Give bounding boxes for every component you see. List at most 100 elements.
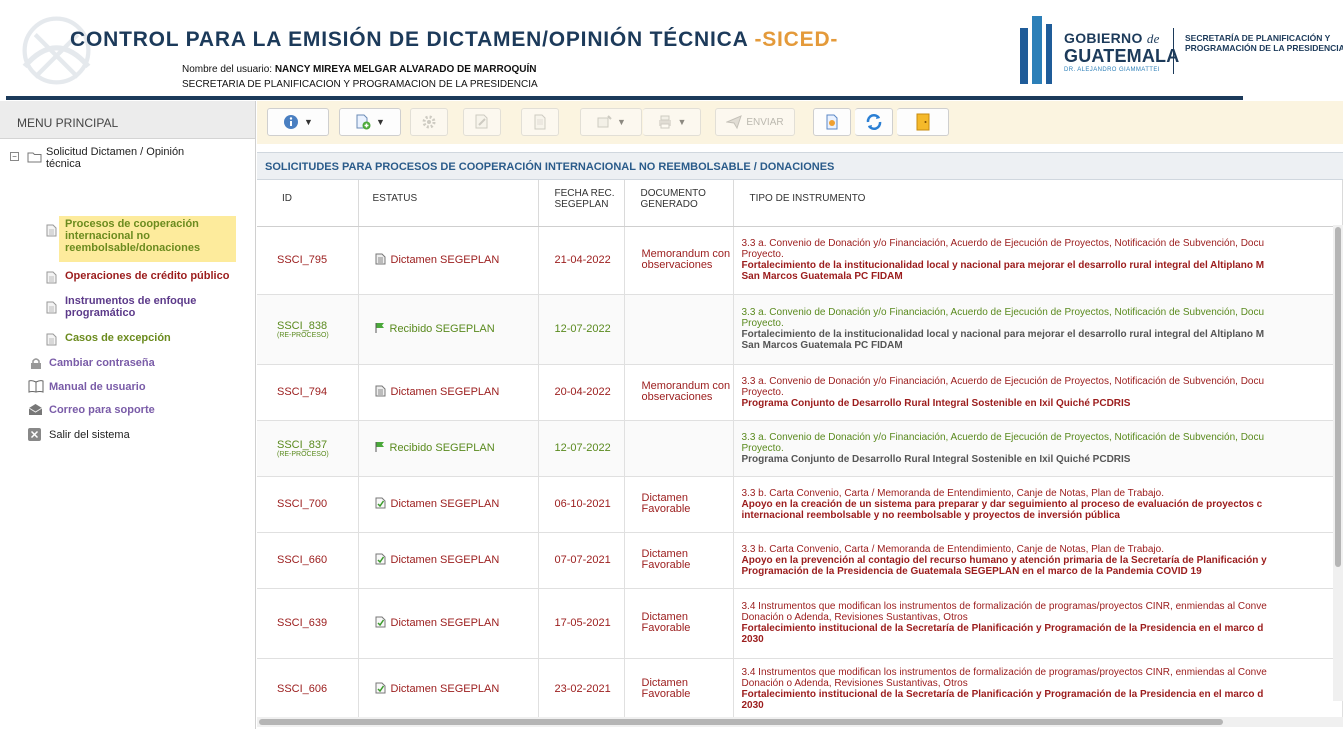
col-header-status[interactable]: ESTATUS — [358, 180, 539, 227]
cell-instrument-type: 3.4 Instrumentos que modifican los instr… — [733, 658, 1343, 721]
info-button[interactable]: ▼ — [267, 108, 329, 136]
send-button[interactable]: ENVIAR — [715, 108, 795, 136]
print-icon — [658, 115, 671, 129]
table-row[interactable]: SSCI_837 (RE-PROCESO) Recibido SEGEPLAN 12-… — [257, 420, 1343, 477]
cell-instrument-type: 3.3 a. Convenio de Donación y/o Financia… — [733, 294, 1343, 365]
collapse-icon[interactable]: − — [10, 152, 19, 161]
cell-status: Recibido SEGEPLAN — [358, 420, 539, 477]
view-button[interactable] — [521, 108, 559, 136]
request-id-link[interactable]: SSCI_606 — [277, 683, 327, 695]
menu-item-label: Casos de excepción — [65, 332, 171, 344]
refresh-icon — [866, 114, 881, 130]
reprocess-label: (RE-PROCESO) — [277, 450, 329, 458]
dropdown-caret-icon: ▼ — [617, 117, 626, 127]
status-label: Dictamen SEGEPLAN — [390, 683, 500, 695]
tree-root[interactable]: − Solicitud Dictamen / Opinión técnica — [10, 146, 250, 176]
cell-instrument-type: 3.3 b. Carta Convenio, Carta / Memoranda… — [733, 476, 1343, 533]
checked-document-icon — [375, 553, 386, 568]
cell-id[interactable]: SSCI_838 (RE-PROCESO) — [257, 294, 359, 365]
instrument-line: 3.4 Instrumentos que modifican los instr… — [741, 601, 1267, 612]
cell-id[interactable]: SSCI_795 — [257, 226, 359, 295]
instrument-line: Proyecto. — [741, 249, 784, 260]
edit-icon — [475, 114, 488, 129]
refresh-button[interactable] — [855, 108, 893, 136]
horizontal-scrollbar[interactable] — [257, 717, 1343, 727]
cell-document: Dictamen Favorable — [624, 588, 734, 659]
status-label: Dictamen SEGEPLAN — [390, 386, 500, 398]
user-manual-link[interactable]: Manual de usuario — [49, 381, 146, 393]
cell-id[interactable]: SSCI_639 — [257, 588, 359, 659]
cell-instrument-type: 3.3 a. Convenio de Donación y/o Financia… — [733, 420, 1343, 477]
main-panel: ▼ ▼ ▼ ▼ ENVIAR SOLICITUDES PARA PROCESOS… — [257, 101, 1343, 729]
scrollbar-thumb[interactable] — [1335, 227, 1341, 567]
checked-document-icon — [375, 497, 386, 512]
cell-document: Dictamen Favorable — [624, 476, 734, 533]
cell-id[interactable]: SSCI_794 — [257, 364, 359, 421]
project-name: Fortalecimiento institucional de la Secr… — [741, 623, 1264, 634]
request-id-link[interactable]: SSCI_639 — [277, 617, 327, 629]
cell-date: 06-10-2021 — [538, 476, 625, 533]
table-row[interactable]: SSCI_700 Dictamen SEGEPLAN 06-10-2021 Dicta… — [257, 476, 1343, 533]
settings-button[interactable] — [410, 108, 448, 136]
app-title: CONTROL PARA LA EMISIÓN DE DICTAMEN/OPIN… — [70, 28, 839, 51]
request-id-link[interactable]: SSCI_795 — [277, 254, 327, 266]
door-exit-icon — [916, 113, 929, 131]
gobierno-logo-text: GOBIERNO de GUATEMALA DR. ALEJANDRO GIAM… — [1064, 30, 1180, 73]
exit-icon — [28, 428, 41, 441]
scrollbar-thumb[interactable] — [259, 719, 1223, 725]
project-name: San Marcos Guatemala PC FIDAM — [741, 340, 903, 351]
instrument-line: 3.3 a. Convenio de Donación y/o Financia… — [741, 307, 1265, 318]
edit-button[interactable] — [463, 108, 501, 136]
request-id-link[interactable]: SSCI_700 — [277, 498, 327, 510]
document-icon — [375, 385, 386, 400]
print-button[interactable]: ▼ — [643, 108, 701, 136]
cell-document: Dictamen Favorable — [624, 532, 734, 589]
project-name: Programa Conjunto de Desarrollo Rural In… — [741, 453, 1131, 465]
table-header-row: ID ESTATUS FECHA REC. SEGEPLAN DOCUMENTO G… — [257, 180, 1343, 227]
table-row[interactable]: SSCI_639 Dictamen SEGEPLAN 17-05-2021 Dicta… — [257, 588, 1343, 659]
table-row[interactable]: SSCI_794 Dictamen SEGEPLAN 20-04-2022 Memor… — [257, 364, 1343, 421]
support-mail-link[interactable]: Correo para soporte — [49, 404, 155, 416]
stamp-button[interactable]: ▼ — [580, 108, 642, 136]
request-id-link[interactable]: SSCI_837 — [277, 439, 327, 451]
reprocess-label: (RE-PROCESO) — [277, 331, 329, 339]
cell-date: 23-02-2021 — [538, 658, 625, 721]
change-password-link[interactable]: Cambiar contraseña — [49, 357, 155, 369]
project-name: Fortalecimiento de la institucionalidad … — [741, 329, 1265, 340]
dropdown-caret-icon: ▼ — [677, 117, 687, 127]
exit-door-button[interactable] — [897, 108, 949, 136]
col-header-instrument-type[interactable]: TIPO DE INSTRUMENTO — [733, 180, 1343, 227]
cell-id[interactable]: SSCI_660 — [257, 532, 359, 589]
table-row[interactable]: SSCI_606 Dictamen SEGEPLAN 23-02-2021 Dicta… — [257, 658, 1343, 721]
col-header-date[interactable]: FECHA REC. SEGEPLAN — [538, 180, 625, 227]
cell-status: Recibido SEGEPLAN — [358, 294, 539, 365]
header-bar — [6, 96, 1243, 100]
project-name: Fortalecimiento de la institucionalidad … — [741, 260, 1265, 271]
request-id-link[interactable]: SSCI_660 — [277, 554, 327, 566]
cell-id[interactable]: SSCI_837 (RE-PROCESO) — [257, 420, 359, 477]
table-row[interactable]: SSCI_660 Dictamen SEGEPLAN 07-07-2021 Dicta… — [257, 532, 1343, 589]
document-icon — [46, 301, 57, 314]
book-icon — [28, 380, 44, 393]
new-document-button[interactable]: ▼ — [339, 108, 401, 136]
table-row[interactable]: SSCI_795 Dictamen SEGEPLAN 21-04-2022 Memor… — [257, 226, 1343, 295]
cell-instrument-type: 3.4 Instrumentos que modifican los instr… — [733, 588, 1343, 659]
cell-id[interactable]: SSCI_700 — [257, 476, 359, 533]
status-label: Recibido SEGEPLAN — [389, 442, 495, 454]
secretariat-name: SECRETARÍA DE PLANIFICACIÓN Y PROGRAMACI… — [1185, 33, 1343, 53]
cell-id[interactable]: SSCI_606 — [257, 658, 359, 721]
request-id-link[interactable]: SSCI_838 — [277, 320, 327, 332]
cell-document — [624, 294, 734, 365]
cell-status: Dictamen SEGEPLAN — [358, 226, 539, 295]
preview-button[interactable] — [813, 108, 851, 136]
project-name: Apoyo en la prevención al contagio del r… — [741, 554, 1267, 566]
table-row[interactable]: SSCI_838 (RE-PROCESO) Recibido SEGEPLAN 12-… — [257, 294, 1343, 365]
request-id-link[interactable]: SSCI_794 — [277, 386, 327, 398]
col-header-id[interactable]: ID — [257, 180, 359, 227]
col-header-document[interactable]: DOCUMENTO GENERADO — [624, 180, 734, 227]
logout-link[interactable]: Salir del sistema — [49, 429, 130, 441]
vertical-scrollbar[interactable] — [1333, 225, 1343, 701]
cell-status: Dictamen SEGEPLAN — [358, 476, 539, 533]
project-name: Programación de la Presidencia de Guatem… — [741, 565, 1202, 577]
flag-icon — [375, 441, 385, 456]
